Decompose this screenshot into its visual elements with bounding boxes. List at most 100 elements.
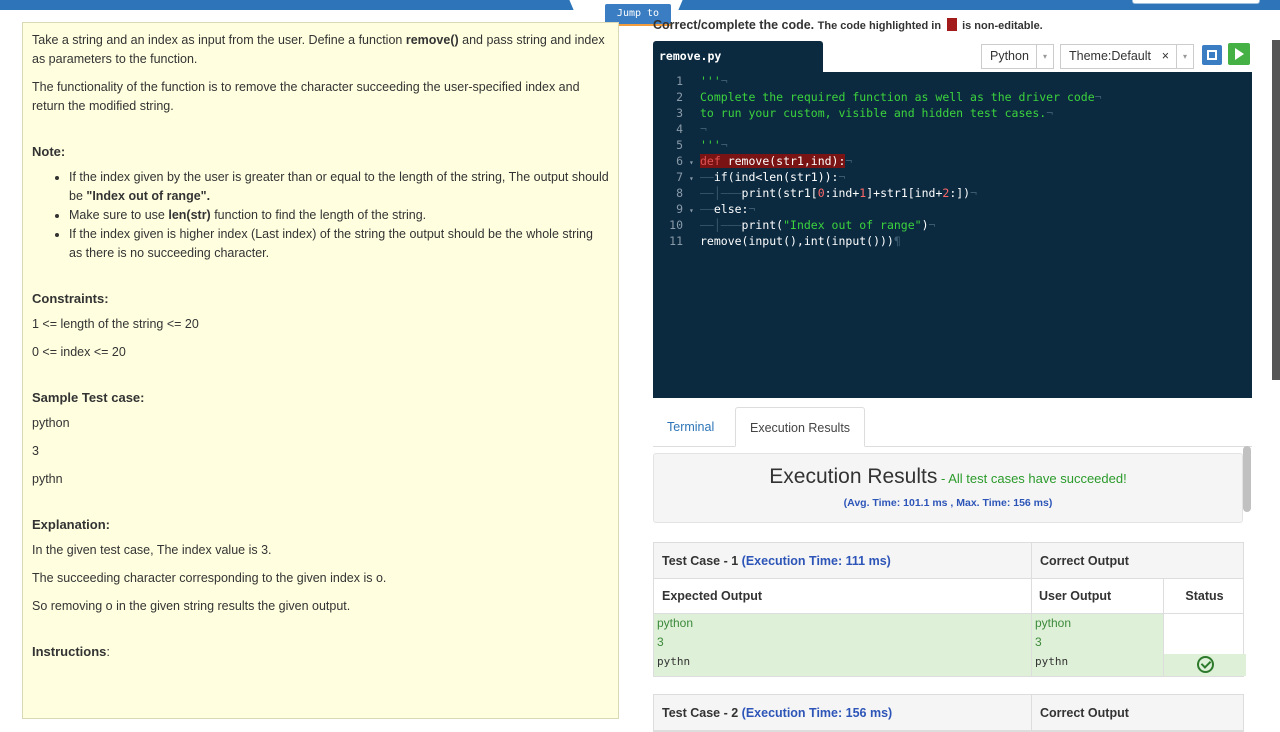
code-text: if(ind<len(str1)): — [713, 170, 839, 184]
test-case-time: (Execution Time: 111 ms) — [741, 554, 891, 568]
test-case-header: Test Case - 2 (Execution Time: 156 ms) C… — [654, 695, 1243, 731]
note-text: Make sure to use — [69, 208, 169, 222]
user-output-header: User Output — [1031, 579, 1163, 614]
instructions-label: Instructions — [32, 644, 107, 659]
output-line: pythn — [1035, 655, 1069, 668]
results-title-text: Execution Results — [769, 465, 938, 488]
correct-output-label: Correct Output — [1031, 543, 1244, 579]
instructions-heading: Instructions: — [32, 644, 609, 659]
line-number: 4 — [676, 122, 683, 136]
page-scrollbar[interactable] — [1272, 40, 1280, 380]
line-number: 9 — [676, 202, 683, 216]
note-emphasis: "Index out of range". — [86, 189, 211, 203]
code-text: :ind+ — [824, 186, 860, 200]
test-case-label: Test Case - 1 — [662, 554, 742, 568]
note-item: If the index given by the user is greate… — [69, 168, 609, 206]
output-line: pythn — [657, 655, 691, 668]
code-line: 1 '''¬ — [653, 73, 1252, 89]
expected-output: python 3 pythn — [654, 614, 1031, 676]
output-line: python — [657, 616, 694, 630]
code-keyword: def — [700, 154, 721, 168]
problem-paragraph-2: The functionality of the function is to … — [32, 80, 580, 113]
tab-execution-results[interactable]: Execution Results — [735, 407, 866, 447]
run-icon[interactable] — [1228, 43, 1250, 65]
tab-terminal[interactable]: Terminal — [653, 407, 728, 447]
output-line: 3 — [657, 635, 664, 649]
code-text: Complete the required function as well a… — [700, 90, 1095, 104]
test-case-output-row: python 3 pythn python 3 pythn — [654, 614, 1246, 676]
highlight-color-swatch — [946, 18, 957, 31]
code-text: to run your custom, visible and hidden t… — [700, 106, 1047, 120]
chevron-down-icon: ▾ — [1176, 45, 1193, 68]
instructions-colon: : — [106, 644, 111, 659]
note-text: function to find the length of the strin… — [210, 208, 427, 222]
line-number: 8 — [676, 186, 683, 200]
explanation-line: So removing o in the given string result… — [32, 599, 351, 613]
results-title: Execution Results - All test cases have … — [654, 465, 1242, 489]
editor-title: Correct/complete the code. The code high… — [653, 18, 1043, 32]
code-line: 9 ▾ ——else:¬ — [653, 201, 1252, 217]
code-text: ) — [921, 218, 929, 232]
constraint-item: 0 <= index <= 20 — [32, 345, 126, 359]
code-line: 3 to run your custom, visible and hidden… — [653, 105, 1252, 121]
test-case-title: Test Case - 2 (Execution Time: 156 ms) — [662, 706, 892, 720]
chevron-down-icon: ▾ — [1036, 45, 1053, 68]
language-select[interactable]: Python ▾ — [981, 44, 1054, 69]
language-value: Python — [990, 49, 1029, 63]
line-number: 5 — [676, 138, 683, 152]
code-line: 7 ▾ ——if(ind<len(str1)):¬ — [653, 169, 1252, 185]
note-emphasis: len(str) — [168, 208, 211, 222]
line-number: 1 — [676, 74, 683, 88]
user-output: python 3 pythn — [1031, 614, 1163, 676]
test-case-header: Test Case - 1 (Execution Time: 111 ms) C… — [654, 543, 1243, 579]
clear-icon[interactable]: × — [1162, 49, 1169, 63]
code-text: ]+str1[ind+ — [866, 186, 943, 200]
sample-line: python — [32, 416, 70, 430]
code-line: 8 ——│———print(str1[0:ind+1]+str1[ind+2:]… — [653, 185, 1252, 201]
constraints-heading: Constraints: — [32, 291, 109, 306]
test-case-label: Test Case - 2 — [662, 706, 742, 720]
results-timing: (Avg. Time: 101.1 ms , Max. Time: 156 ms… — [843, 497, 1053, 509]
editor-toolbar: remove.py Python ▾ Theme:Default × ▾ — [653, 41, 1252, 72]
theme-select[interactable]: Theme:Default × ▾ — [1060, 44, 1194, 69]
code-line: 4 ¬ — [653, 121, 1252, 137]
code-line: 5 '''¬ — [653, 137, 1252, 153]
file-tab[interactable]: remove.py — [653, 41, 823, 72]
correct-output-label: Correct Output — [1031, 695, 1244, 731]
output-line: 3 — [1035, 635, 1042, 649]
note-heading: Note: — [32, 144, 66, 159]
note-list: If the index given by the user is greate… — [69, 168, 609, 263]
code-number: 0 — [817, 186, 825, 200]
results-scrollbar[interactable] — [1243, 446, 1251, 512]
test-case-time: (Execution Time: 156 ms) — [741, 706, 893, 720]
check-circle-icon — [1197, 656, 1214, 673]
code-text: ''' — [700, 138, 721, 152]
note-item: If the index given is higher index (Last… — [69, 225, 609, 263]
note-item: Make sure to use len(str) function to fi… — [69, 206, 609, 225]
explanation-line: In the given test case, The index value … — [32, 543, 272, 557]
constraint-item: 1 <= length of the string <= 20 — [32, 317, 199, 331]
code-editor[interactable]: 1 '''¬ 2 Complete the required function … — [653, 72, 1252, 398]
explanation-heading: Explanation: — [32, 517, 111, 532]
sample-heading: Sample Test case: — [32, 390, 145, 405]
code-text: print( — [741, 218, 784, 232]
sample-line: pythn — [32, 472, 63, 486]
code-line: 6 ▾ def remove(str1,ind):¬ — [653, 153, 1252, 169]
expected-output-header: Expected Output — [662, 589, 763, 603]
save-icon[interactable] — [1202, 45, 1222, 65]
test-case-table: Test Case - 1 (Execution Time: 111 ms) C… — [653, 542, 1246, 677]
function-name: remove() — [405, 33, 459, 47]
line-number: 6 — [676, 154, 683, 168]
code-panel: Correct/complete the code. The code high… — [653, 0, 1253, 732]
results-status: - All test cases have succeeded! — [937, 471, 1127, 486]
line-number: 11 — [669, 234, 683, 248]
results-summary: Execution Results - All test cases have … — [653, 453, 1243, 523]
explanation-line: The succeeding character corresponding t… — [32, 571, 387, 585]
problem-statement-panel: Take a string and an index as input from… — [22, 22, 619, 719]
line-number: 10 — [669, 218, 683, 232]
output-tabs: Terminal Execution Results — [653, 407, 1252, 447]
problem-paragraph-1: Take a string and an index as input from… — [32, 31, 609, 69]
code-line: 10 ——│———print("Index out of range")¬ — [653, 217, 1252, 233]
output-line: python — [1035, 616, 1072, 630]
code-string: "Index out of range" — [783, 218, 922, 232]
